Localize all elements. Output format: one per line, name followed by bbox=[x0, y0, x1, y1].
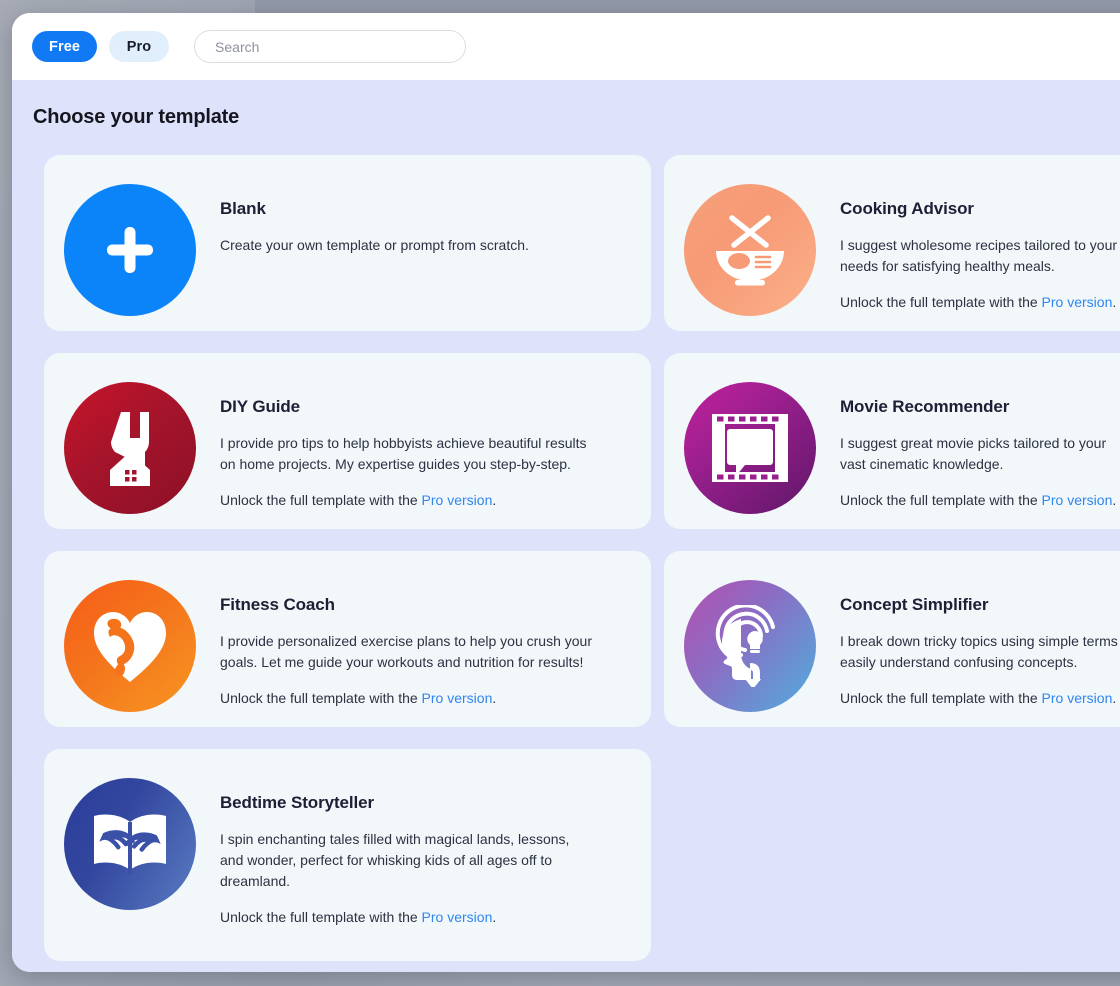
card-title: Bedtime Storyteller bbox=[220, 793, 374, 812]
card-description: I spin enchanting tales filled with magi… bbox=[220, 831, 570, 889]
unlock-prefix: Unlock the full template with the bbox=[220, 690, 422, 706]
card-text: Blank Create your own template or prompt… bbox=[196, 181, 529, 271]
card-unlock-note: Unlock the full template with the Pro ve… bbox=[840, 292, 1117, 313]
film-strip-icon bbox=[684, 382, 816, 514]
card-unlock-note: Unlock the full template with the Pro ve… bbox=[220, 688, 592, 709]
template-card-concept-simplifier[interactable]: Concept Simplifier I break down tricky t… bbox=[664, 551, 1120, 727]
bowl-utensils-icon bbox=[684, 184, 816, 316]
card-description: I suggest great movie picks tailored to … bbox=[840, 435, 1107, 472]
search-input[interactable] bbox=[213, 37, 448, 56]
card-title: Cooking Advisor bbox=[840, 199, 974, 218]
card-title: Concept Simplifier bbox=[840, 595, 989, 614]
unlock-suffix: . bbox=[492, 909, 497, 925]
card-text: Fitness Coach I provide personalized exe… bbox=[196, 577, 592, 709]
unlock-prefix: Unlock the full template with the bbox=[840, 690, 1042, 706]
unlock-suffix: . bbox=[1112, 492, 1117, 508]
tab-pro[interactable]: Pro bbox=[109, 31, 170, 62]
template-card-fitness-coach[interactable]: Fitness Coach I provide personalized exe… bbox=[44, 551, 651, 727]
unlock-suffix: . bbox=[1112, 294, 1117, 310]
pro-version-link[interactable]: Pro version bbox=[422, 909, 493, 925]
card-unlock-note: Unlock the full template with the Pro ve… bbox=[220, 490, 587, 511]
card-description: I provide personalized exercise plans to… bbox=[220, 633, 592, 670]
unlock-prefix: Unlock the full template with the bbox=[220, 492, 422, 508]
pro-version-link[interactable]: Pro version bbox=[422, 492, 493, 508]
card-text: Cooking Advisor I suggest wholesome reci… bbox=[816, 181, 1117, 313]
card-description: I break down tricky topics using simple … bbox=[840, 633, 1118, 670]
unlock-prefix: Unlock the full template with the bbox=[840, 492, 1042, 508]
pro-version-link[interactable]: Pro version bbox=[1042, 294, 1113, 310]
template-chooser-window: Free Pro Choose your template Blank Crea… bbox=[12, 13, 1120, 972]
card-unlock-note: Unlock the full template with the Pro ve… bbox=[220, 907, 569, 928]
heart-bicep-icon bbox=[64, 580, 196, 712]
card-title: DIY Guide bbox=[220, 397, 301, 416]
open-book-hands-icon bbox=[64, 778, 196, 910]
card-description: I suggest wholesome recipes tailored to … bbox=[840, 237, 1118, 274]
template-card-cooking-advisor[interactable]: Cooking Advisor I suggest wholesome reci… bbox=[664, 155, 1120, 331]
unlock-suffix: . bbox=[492, 492, 497, 508]
pro-version-link[interactable]: Pro version bbox=[1042, 492, 1113, 508]
unlock-suffix: . bbox=[1112, 690, 1117, 706]
wrench-house-icon bbox=[64, 382, 196, 514]
card-unlock-note: Unlock the full template with the Pro ve… bbox=[840, 688, 1118, 709]
card-text: Movie Recommender I suggest great movie … bbox=[816, 379, 1116, 511]
head-lightbulb-icon bbox=[684, 580, 816, 712]
template-card-diy-guide[interactable]: DIY Guide I provide pro tips to help hob… bbox=[44, 353, 651, 529]
page-title: Choose your template bbox=[33, 106, 240, 128]
page-body: Choose your template Blank Create your o… bbox=[12, 80, 1120, 972]
template-card-blank[interactable]: Blank Create your own template or prompt… bbox=[44, 155, 651, 331]
card-title: Movie Recommender bbox=[840, 397, 1010, 416]
card-description: Create your own template or prompt from … bbox=[220, 237, 529, 253]
card-unlock-note: Unlock the full template with the Pro ve… bbox=[840, 490, 1116, 511]
unlock-prefix: Unlock the full template with the bbox=[840, 294, 1042, 310]
card-text: Bedtime Storyteller I spin enchanting ta… bbox=[196, 775, 569, 928]
toolbar: Free Pro bbox=[12, 13, 1120, 80]
card-text: DIY Guide I provide pro tips to help hob… bbox=[196, 379, 587, 511]
template-card-bedtime-storyteller[interactable]: Bedtime Storyteller I spin enchanting ta… bbox=[44, 749, 651, 961]
pro-version-link[interactable]: Pro version bbox=[422, 690, 493, 706]
pro-version-link[interactable]: Pro version bbox=[1042, 690, 1113, 706]
template-card-grid: Blank Create your own template or prompt… bbox=[12, 129, 1120, 961]
card-description: I provide pro tips to help hobbyists ach… bbox=[220, 435, 587, 472]
card-title: Blank bbox=[220, 199, 266, 218]
plus-icon bbox=[64, 184, 196, 316]
unlock-suffix: . bbox=[492, 690, 497, 706]
tab-free[interactable]: Free bbox=[32, 31, 98, 62]
desktop-top-band bbox=[255, 0, 1120, 14]
card-title: Fitness Coach bbox=[220, 595, 335, 614]
unlock-prefix: Unlock the full template with the bbox=[220, 909, 422, 925]
template-card-movie-recommender[interactable]: Movie Recommender I suggest great movie … bbox=[664, 353, 1120, 529]
card-text: Concept Simplifier I break down tricky t… bbox=[816, 577, 1118, 709]
search-box[interactable] bbox=[194, 30, 467, 63]
